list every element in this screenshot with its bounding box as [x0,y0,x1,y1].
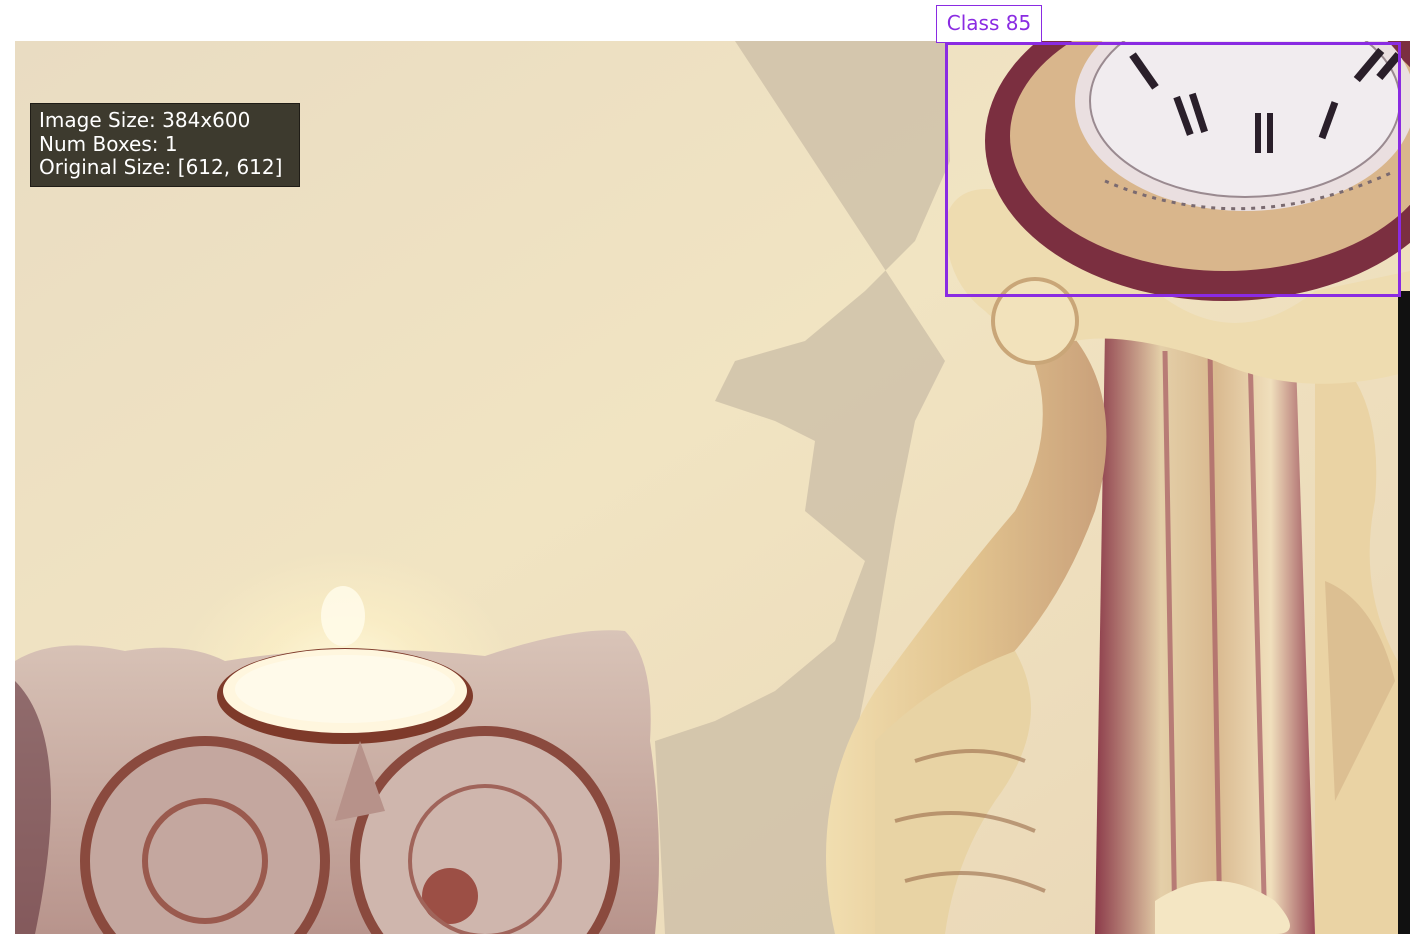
image-info-box: Image Size: 384x600 Num Boxes: 1 Origina… [30,103,300,187]
detection-label: Class 85 [936,5,1042,43]
original-size-text: Original Size: [612, 612] [39,155,283,179]
right-edge [1398,291,1410,934]
image-size-text: Image Size: 384x600 [39,108,251,132]
detection-box [945,42,1401,297]
num-boxes-text: Num Boxes: 1 [39,131,178,156]
